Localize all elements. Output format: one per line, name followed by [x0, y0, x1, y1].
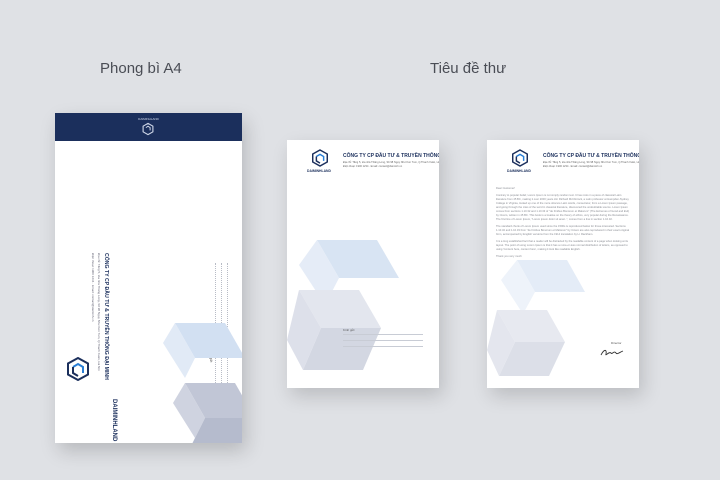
- envelope-logo: [67, 357, 89, 437]
- signature-icon: [600, 349, 624, 356]
- letter-paragraph: It is a long established fact that a rea…: [496, 240, 628, 251]
- envelope-flap: DAIMINHLAND: [55, 113, 242, 141]
- letter-greeting: Dear Customer!: [496, 187, 515, 190]
- letterhead-recipient-label: Kính gửi:: [343, 328, 356, 332]
- letterhead-blank: DAIMINHLAND CÔNG TY CP ĐẦU TƯ & TRUYỀN T…: [287, 140, 439, 388]
- envelope-caption: Phong bì A4: [100, 60, 182, 77]
- letterhead-brand-name: DAIMINHLAND: [307, 169, 331, 173]
- daiminhland-logo-icon: [512, 149, 528, 167]
- address-line: [343, 346, 423, 347]
- address-line: [343, 340, 423, 341]
- letterhead-company-name: CÔNG TY CP ĐẦU TƯ & TRUYỀN THÔNG ĐẠI MIN…: [343, 153, 439, 159]
- flap-brand-text: DAIMINHLAND: [138, 117, 159, 121]
- envelope-address: Địa chỉ: Tầng 5, tòa nhà Thăng Long, Số …: [97, 253, 101, 371]
- letterhead-address: Địa chỉ: Tầng 5, tòa nhà Thăng Long, Số …: [343, 161, 439, 164]
- letter-closing: Thank you very much: [496, 255, 522, 258]
- flap-logo-icon: [142, 122, 154, 136]
- address-line: [343, 334, 423, 335]
- letterhead-company-name: CÔNG TY CP ĐẦU TƯ & TRUYỀN THÔNG ĐẠI MIN…: [543, 153, 639, 159]
- daiminhland-logo-icon: [312, 149, 328, 167]
- daiminhland-logo-icon: [67, 357, 89, 381]
- letterhead-brand-name: DAIMINHLAND: [507, 169, 531, 173]
- hexagon-pattern-icon: [163, 323, 242, 443]
- letterhead-filled: DAIMINHLAND CÔNG TY CP ĐẦU TƯ & TRUYỀN T…: [487, 140, 639, 388]
- envelope-contact: Điện thoại: 1900 1234 · Email: contact@d…: [91, 253, 95, 322]
- letterhead-contact: Điện thoại: 1900 1234 · Email: contact@d…: [343, 165, 403, 168]
- letterhead-contact: Điện thoại: 1900 1234 · Email: contact@d…: [543, 165, 603, 168]
- hexagon-pattern-icon: [287, 240, 399, 370]
- envelope-brand-name: DAIMINHLAND: [111, 399, 117, 442]
- envelope-mockup: DAIMINHLAND CÔNG TY CP ĐẦU TƯ & TRUYỀN T…: [55, 113, 242, 443]
- letter-paragraph: The standard chunk of Lorem Ipsum used s…: [496, 225, 630, 236]
- letterhead-caption: Tiêu đề thư: [430, 60, 507, 77]
- letterhead-address: Địa chỉ: Tầng 5, tòa nhà Thăng Long, Số …: [543, 161, 639, 164]
- envelope-company-name: CÔNG TY CP ĐẦU TƯ & TRUYỀN THÔNG ĐẠI MIN…: [103, 253, 109, 380]
- letter-paragraph: Contrary to popular belief, Lorem Ipsum …: [496, 194, 630, 221]
- letter-body: Dear Customer! Contrary to popular belie…: [496, 187, 630, 262]
- signature-label: Director: [611, 341, 622, 345]
